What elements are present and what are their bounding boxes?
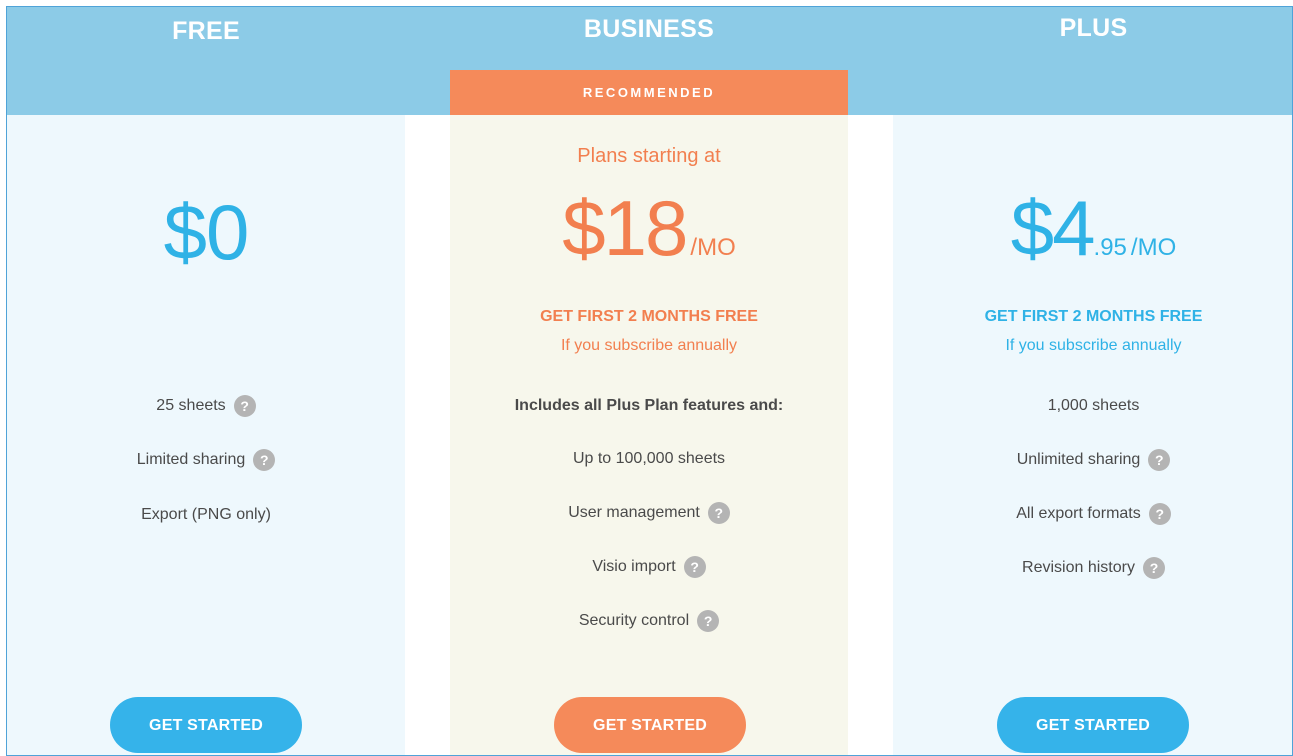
feature-label: Security control xyxy=(578,612,690,630)
feature-label: 1,000 sheets xyxy=(1047,397,1140,414)
feature-free-sheets: 25 sheets? xyxy=(7,395,405,417)
feature-label: Revision history xyxy=(1022,559,1135,577)
help-icon[interactable]: ? xyxy=(233,395,256,417)
plan-title-business: BUSINESS xyxy=(583,15,715,43)
help-icon[interactable]: ? xyxy=(1142,557,1165,579)
price-plus-period: /MO xyxy=(1130,234,1177,261)
plan-column-plus: $4.95/MO GET FIRST 2 MONTHS FREE If you … xyxy=(893,115,1292,755)
help-icon[interactable]: ? xyxy=(707,502,730,524)
features-intro: Includes all Plus Plan features and: xyxy=(514,397,784,414)
plan-column-business: Plans starting at $18/MO GET FIRST 2 MON… xyxy=(450,115,848,755)
feature-business-visio-import: Visio import? xyxy=(450,556,848,578)
get-started-plus-button[interactable]: GET STARTED xyxy=(997,697,1189,753)
feature-business-user-management: User management? xyxy=(450,502,848,524)
feature-label: User management xyxy=(568,504,700,522)
feature-label: All export formats xyxy=(1016,505,1141,523)
feature-business-sheets: Up to 100,000 sheets xyxy=(450,448,848,470)
feature-label: Unlimited sharing xyxy=(1016,451,1141,469)
feature-free-sharing: Limited sharing? xyxy=(7,449,405,471)
feature-label: Export (PNG only) xyxy=(141,506,271,523)
promo-title-plus: GET FIRST 2 MONTHS FREE xyxy=(984,308,1203,325)
price-business-period: /MO xyxy=(690,234,736,261)
feature-business-security: Security control? xyxy=(450,610,848,632)
promo-sub-plus: If you subscribe annually xyxy=(1005,337,1182,354)
price-plus-cents: .95 xyxy=(1093,234,1127,261)
feature-label: 25 sheets xyxy=(156,397,226,415)
help-icon[interactable]: ? xyxy=(1148,503,1171,525)
feature-free-export: Export (PNG only) xyxy=(7,504,405,526)
help-icon[interactable]: ? xyxy=(253,449,276,471)
price-plus: $4.95/MO xyxy=(893,183,1292,274)
plan-title-free: FREE xyxy=(172,17,240,45)
help-icon[interactable]: ? xyxy=(697,610,720,632)
price-business-amount: $18 xyxy=(562,184,688,272)
feature-plus-revision-history: Revision history? xyxy=(893,557,1292,579)
get-started-free-button[interactable]: GET STARTED xyxy=(110,697,302,753)
pricing-table: FREE BUSINESS PLUS RECOMMENDED $0 25 she… xyxy=(6,6,1293,756)
help-icon[interactable]: ? xyxy=(1148,449,1171,471)
feature-plus-export: All export formats? xyxy=(893,503,1292,525)
feature-plus-sheets: 1,000 sheets xyxy=(893,395,1292,417)
plans-starting-at: Plans starting at xyxy=(577,145,721,167)
help-icon[interactable]: ? xyxy=(683,556,706,578)
price-free: $0 xyxy=(163,188,250,276)
recommended-badge: RECOMMENDED xyxy=(450,70,848,115)
get-started-business-button[interactable]: GET STARTED xyxy=(554,697,746,753)
price-plus-amount: $4 xyxy=(1010,184,1096,272)
feature-plus-sharing: Unlimited sharing? xyxy=(893,449,1292,471)
plan-column-free: $0 25 sheets? Limited sharing? Export (P… xyxy=(7,115,405,755)
feature-label: Limited sharing xyxy=(136,451,246,469)
promo-sub-business: If you subscribe annually xyxy=(560,337,738,354)
price-business: $18/MO xyxy=(450,183,848,274)
promo-title-business: GET FIRST 2 MONTHS FREE xyxy=(540,308,758,325)
feature-label: Up to 100,000 sheets xyxy=(572,450,726,467)
feature-label: Visio import xyxy=(592,558,676,576)
plan-title-plus: PLUS xyxy=(1059,14,1128,42)
